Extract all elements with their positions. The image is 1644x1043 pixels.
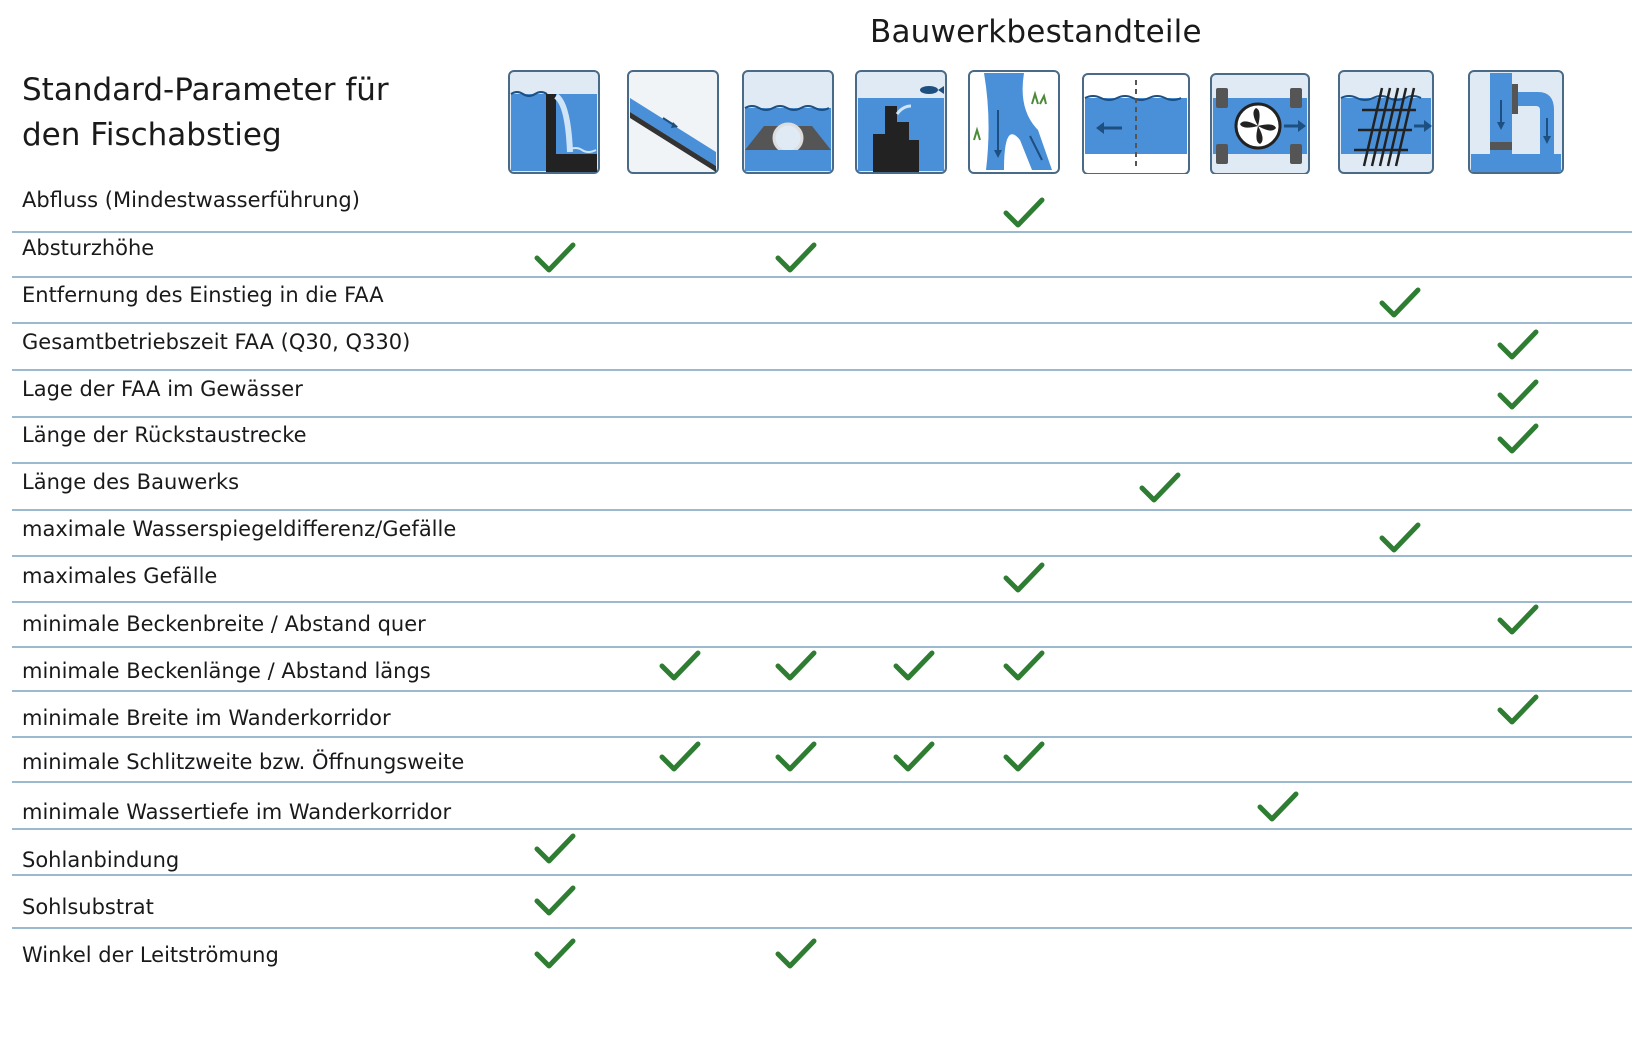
check-marks — [0, 0, 1644, 1043]
checkmark-icon — [1003, 196, 1045, 230]
checkmark-icon — [1497, 328, 1539, 362]
checkmark-icon — [893, 649, 935, 683]
checkmark-icon — [893, 740, 935, 774]
checkmark-icon — [1497, 378, 1539, 412]
checkmark-icon — [534, 241, 576, 275]
checkmark-icon — [534, 937, 576, 971]
checkmark-icon — [1497, 422, 1539, 456]
checkmark-icon — [659, 740, 701, 774]
checkmark-icon — [1379, 521, 1421, 555]
checkmark-icon — [534, 884, 576, 918]
checkmark-icon — [1497, 693, 1539, 727]
checkmark-icon — [1497, 603, 1539, 637]
checkmark-icon — [1257, 790, 1299, 824]
checkmark-icon — [775, 740, 817, 774]
checkmark-icon — [775, 649, 817, 683]
checkmark-icon — [1379, 286, 1421, 320]
checkmark-icon — [1003, 740, 1045, 774]
checkmark-icon — [775, 241, 817, 275]
checkmark-icon — [775, 937, 817, 971]
checkmark-icon — [1139, 471, 1181, 505]
checkmark-icon — [659, 649, 701, 683]
checkmark-icon — [534, 832, 576, 866]
checkmark-icon — [1003, 561, 1045, 595]
checkmark-icon — [1003, 649, 1045, 683]
